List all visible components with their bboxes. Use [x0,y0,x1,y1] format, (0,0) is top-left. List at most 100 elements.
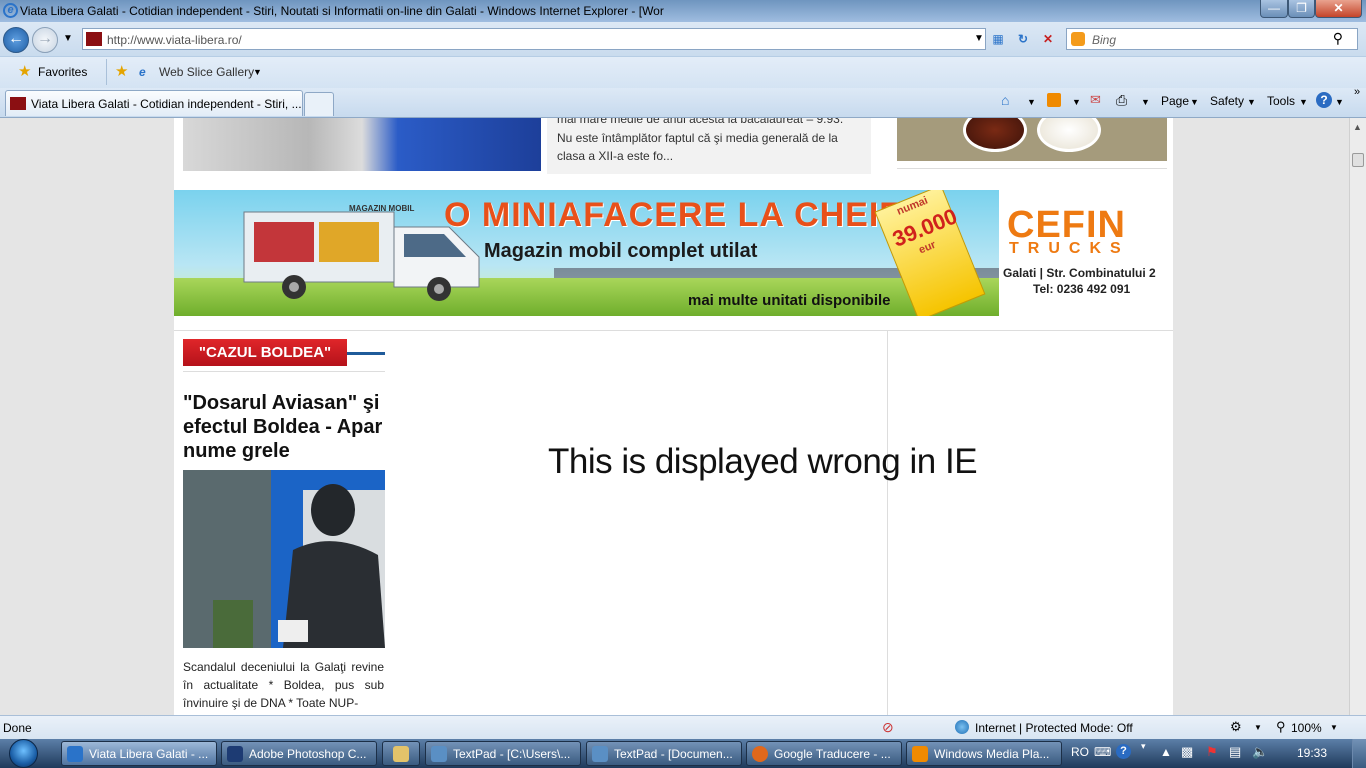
input-language[interactable]: RO [1071,745,1089,759]
print-dropdown-icon[interactable]: ▼ [1141,97,1150,107]
banner-headline: O MINIAFACERE LA CHEIE! [444,196,916,234]
web-slice-dropdown-icon[interactable]: ▼ [253,67,262,77]
page-menu[interactable]: Page [1161,94,1189,108]
security-zone-text[interactable]: Internet | Protected Mode: Off [975,721,1133,735]
article-photo[interactable] [183,470,385,648]
site-favicon-icon [10,97,26,110]
tab-title: Viata Libera Galati - Cotidian independe… [31,97,302,111]
favorites-button[interactable]: Favorites [38,65,87,79]
network-icon[interactable]: ▤ [1229,744,1241,760]
windows-logo-icon [9,739,38,768]
web-slice-gallery-link[interactable]: Web Slice Gallery [159,65,254,79]
divider [183,371,385,372]
top-article-card[interactable]: mai mare medie de anul acesta la bacalau… [547,118,871,174]
web-page-viewport: mai mare medie de anul acesta la bacalau… [0,118,1349,715]
chevron-more-icon[interactable]: » [1354,86,1360,98]
keyboard-icon[interactable]: ⌨ [1094,745,1111,759]
new-tab-button[interactable] [304,92,334,116]
rss-feed-icon[interactable] [1047,93,1061,107]
media-player-icon [912,746,928,762]
print-icon[interactable]: ⎙ [1116,92,1127,109]
maximize-button[interactable]: ❐ [1288,0,1315,18]
search-placeholder: Bing [1092,33,1117,47]
language-bar-options-icon[interactable]: ▾ [1141,741,1146,752]
internet-zone-globe-icon [955,720,969,734]
popup-dropdown-icon[interactable]: ▼ [1254,723,1262,732]
start-button[interactable] [2,739,46,768]
zoom-level[interactable]: 100% [1291,721,1322,735]
taskbar-item-firefox[interactable]: Google Traducere - ... [746,741,902,766]
home-dropdown-icon[interactable]: ▼ [1027,97,1036,107]
bing-icon [1071,32,1085,46]
article-snippet: Scandalul deceniului la Galaţi revine în… [183,660,384,710]
favorites-divider [106,59,107,85]
folder-icon [393,746,409,762]
taskbar-item-textpad-1[interactable]: TextPad - [C:\Users\... [425,741,581,766]
close-button[interactable]: ✕ [1315,0,1362,18]
privacy-report-icon[interactable]: ⊘ [882,719,894,736]
internet-explorer-icon: e [3,3,18,18]
help-dropdown-icon[interactable]: ▼ [1335,97,1344,107]
address-bar[interactable]: http://www.viata-libera.ro/ [82,28,986,50]
help-icon[interactable]: ? [1316,92,1332,108]
section-header-cazul-boldea[interactable]: "CAZUL BOLDEA" [183,339,347,366]
zoom-icon[interactable]: ⚲ [1276,719,1286,735]
tools-menu[interactable]: Tools [1267,94,1295,108]
feeds-dropdown-icon[interactable]: ▼ [1072,97,1081,107]
taskbar-item-photoshop[interactable]: Adobe Photoshop C... [221,741,377,766]
promo-circle-photo [963,118,1027,152]
search-box[interactable]: Bing ⚲ [1066,28,1358,50]
site-favicon-icon [86,32,102,46]
usb-device-icon[interactable]: ▩ [1181,744,1193,760]
popup-blocker-icon[interactable]: ⚙ [1230,719,1242,735]
add-favorites-icon[interactable]: ★ [115,62,128,80]
taskbar-item-explorer[interactable] [382,741,420,766]
article-title[interactable]: "Dosarul Aviasan" şi efectul Boldea - Ap… [183,391,388,463]
forward-button[interactable]: → [32,27,58,53]
clock[interactable]: 19:33 [1297,746,1327,760]
show-hidden-icons-icon[interactable]: ▲ [1160,745,1172,759]
recent-pages-dropdown-icon[interactable]: ▼ [60,31,76,47]
zoom-dropdown-icon[interactable]: ▼ [1330,723,1338,732]
search-icon[interactable]: ⚲ [1333,30,1343,47]
volume-icon[interactable]: 🔈 [1252,744,1268,760]
page-content: mai mare medie de anul acesta la bacalau… [174,118,1173,715]
home-icon[interactable]: ⌂ [1001,92,1009,108]
top-article-photo[interactable] [183,118,541,171]
refresh-icon[interactable]: ↻ [1015,31,1031,47]
vertical-scrollbar[interactable]: ▲ [1349,118,1366,715]
top-article-line-1: mai mare medie de anul acesta la bacalau… [557,118,844,126]
status-text: Done [3,721,32,735]
textpad-icon [592,746,608,762]
brand-phone: Tel: 0236 492 091 [1033,282,1131,296]
safety-menu[interactable]: Safety [1210,94,1244,108]
taskbar-item-media-player[interactable]: Windows Media Pla... [906,741,1062,766]
firefox-icon [752,746,768,762]
compatibility-view-icon[interactable]: ▦ [990,31,1006,47]
window-title-bar[interactable]: e Viata Libera Galati - Cotidian indepen… [0,0,1366,22]
read-mail-icon[interactable]: ✉ [1090,92,1101,108]
column-divider [887,330,888,715]
section-header-rule [347,352,385,355]
tab-viata-libera[interactable]: Viata Libera Galati - Cotidian independe… [5,90,303,116]
back-button[interactable]: ← [3,27,29,53]
side-promo-image[interactable] [897,118,1167,161]
language-help-icon[interactable]: ? [1116,744,1131,759]
scroll-up-arrow-icon[interactable]: ▲ [1353,122,1362,132]
internet-explorer-icon [67,746,83,762]
windows-taskbar: Viata Libera Galati - ... Adobe Photosho… [0,739,1366,768]
promo-circle-photo [1037,118,1101,152]
minimize-button[interactable]: — [1260,0,1288,18]
taskbar-item-label: Windows Media Pla... [934,747,1050,761]
address-dropdown-icon[interactable]: ▼ [971,31,987,47]
safety-dropdown-icon: ▼ [1247,97,1256,107]
taskbar-item-internet-explorer[interactable]: Viata Libera Galati - ... [61,741,217,766]
show-desktop-button[interactable] [1352,739,1366,768]
taskbar-item-textpad-2[interactable]: TextPad - [Documen... [586,741,742,766]
tools-dropdown-icon: ▼ [1299,97,1308,107]
action-center-icon[interactable]: ⚑ [1206,744,1218,760]
stop-icon[interactable]: ✕ [1040,31,1056,47]
scrollbar-thumb[interactable] [1352,153,1364,167]
cefin-trucks-ad-banner[interactable]: MAGAZIN MOBIL O MINIAFACERE LA CHEIE! Ma… [174,190,1173,316]
taskbar-item-label: Adobe Photoshop C... [249,747,367,761]
